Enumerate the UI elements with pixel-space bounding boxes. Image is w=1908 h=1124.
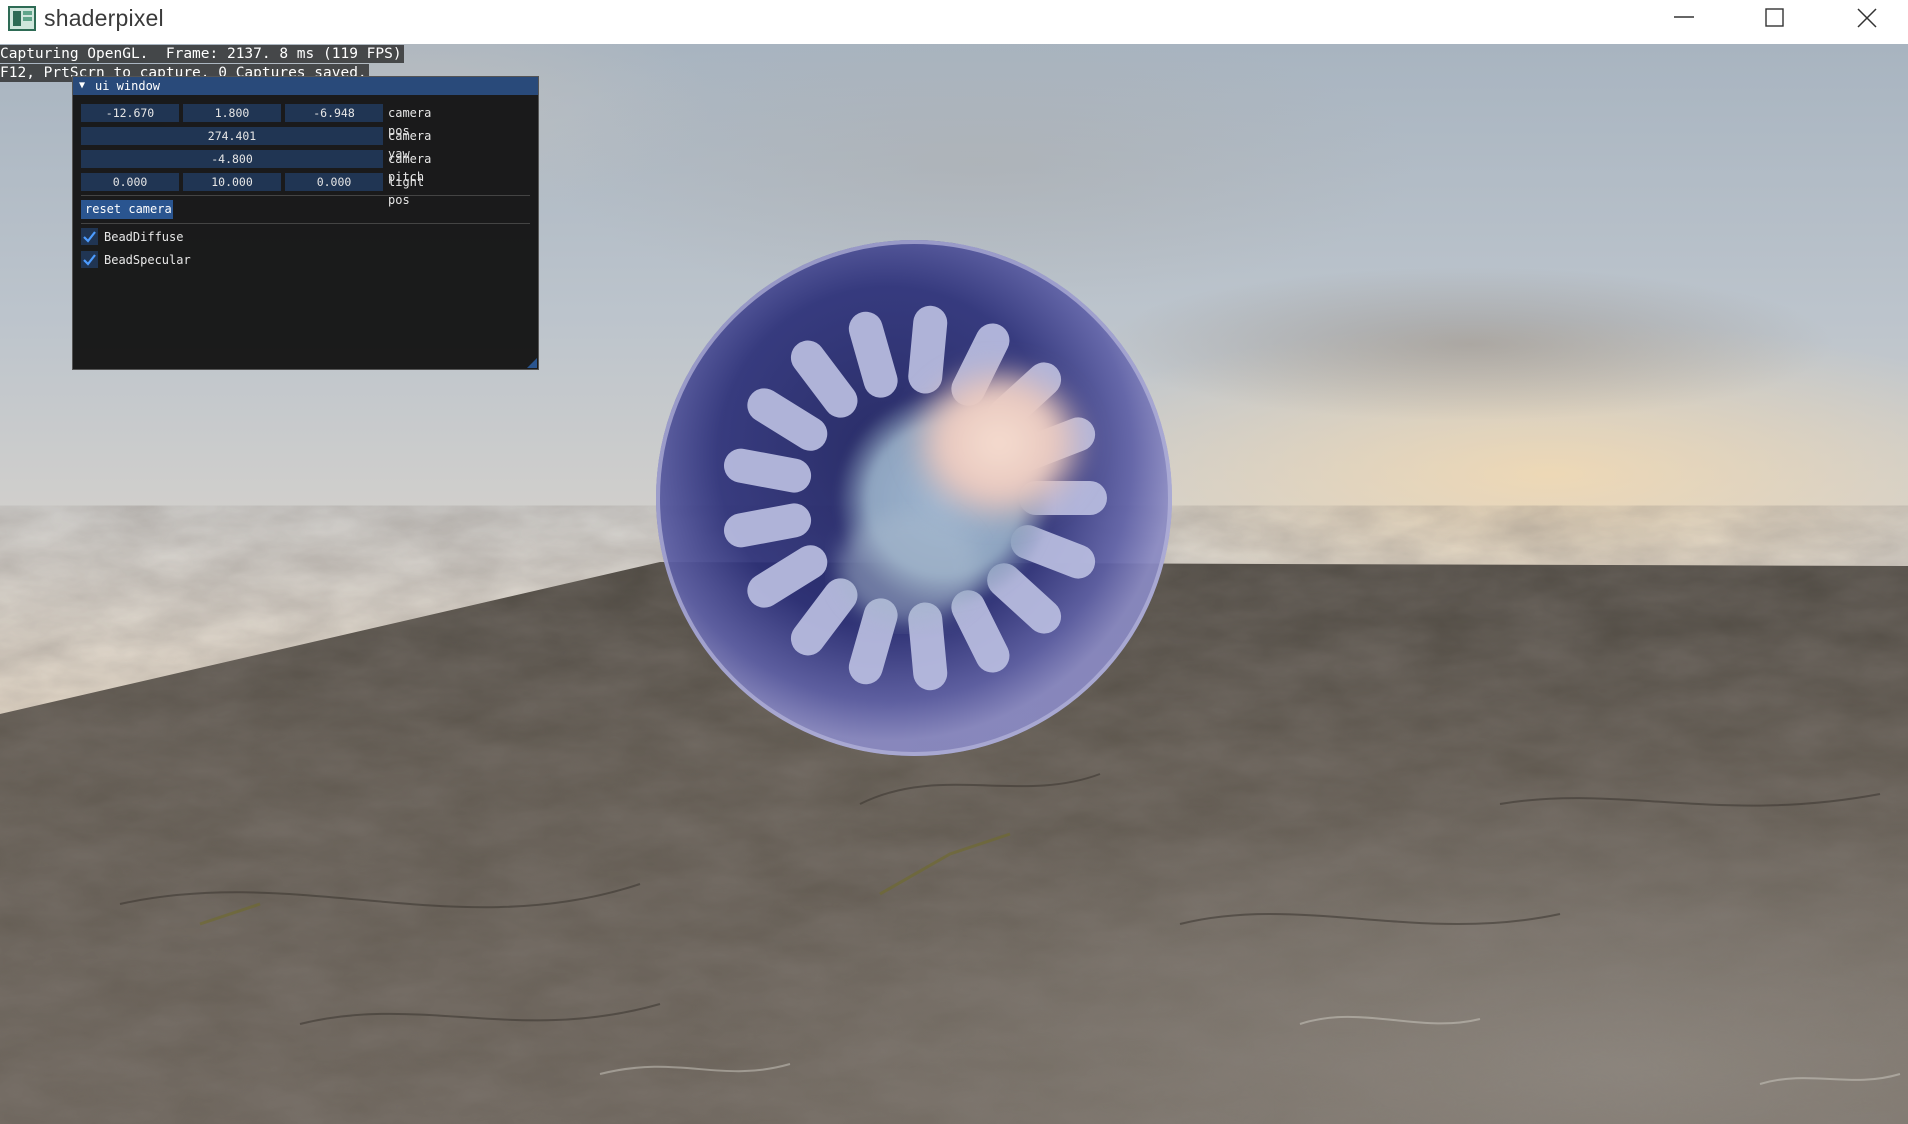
- minimize-button[interactable]: [1637, 0, 1729, 36]
- collapse-arrow-icon[interactable]: ▼: [79, 80, 85, 91]
- ui-window-title: ui window: [95, 79, 161, 93]
- checkmark-icon: [83, 231, 96, 243]
- ui-window-header[interactable]: ▼ ui window: [73, 77, 538, 95]
- bead-specular-label: BeadSpecular: [104, 253, 191, 267]
- camera-pitch-field[interactable]: -4.800: [81, 150, 383, 168]
- close-button[interactable]: [1820, 0, 1908, 36]
- reset-camera-button[interactable]: reset camera: [81, 200, 173, 219]
- checkmark-icon: [83, 254, 96, 266]
- minimize-icon: [1674, 16, 1694, 18]
- maximize-button[interactable]: [1728, 0, 1820, 36]
- bead-diffuse-checkbox[interactable]: [81, 228, 98, 245]
- light-pos-x-field[interactable]: 0.000: [81, 173, 179, 191]
- bead-sphere: [656, 240, 1172, 756]
- close-icon: [1857, 8, 1877, 28]
- window-title: shaderpixel: [44, 5, 164, 31]
- resize-grip[interactable]: [527, 358, 537, 368]
- ui-window-panel[interactable]: ▼ ui window -12.670 1.800 -6.948 camera …: [72, 76, 539, 370]
- maximize-icon: [1765, 8, 1784, 27]
- capture-status-line: Capturing OpenGL. Frame: 2137. 8 ms (119…: [0, 45, 404, 63]
- bead-specular-checkbox[interactable]: [81, 251, 98, 268]
- camera-pos-x-field[interactable]: -12.670: [81, 104, 179, 122]
- camera-pos-y-field[interactable]: 1.800: [183, 104, 281, 122]
- separator: [81, 195, 530, 196]
- light-pos-label: light pos: [388, 175, 425, 207]
- camera-pos-z-field[interactable]: -6.948: [285, 104, 383, 122]
- bead-diffuse-label: BeadDiffuse: [104, 230, 184, 244]
- light-pos-z-field[interactable]: 0.000: [285, 173, 383, 191]
- camera-yaw-field[interactable]: 274.401: [81, 127, 383, 145]
- app-window-icon: [8, 6, 36, 31]
- light-pos-y-field[interactable]: 10.000: [183, 173, 281, 191]
- title-bar: shaderpixel: [0, 0, 1908, 44]
- separator: [81, 223, 530, 224]
